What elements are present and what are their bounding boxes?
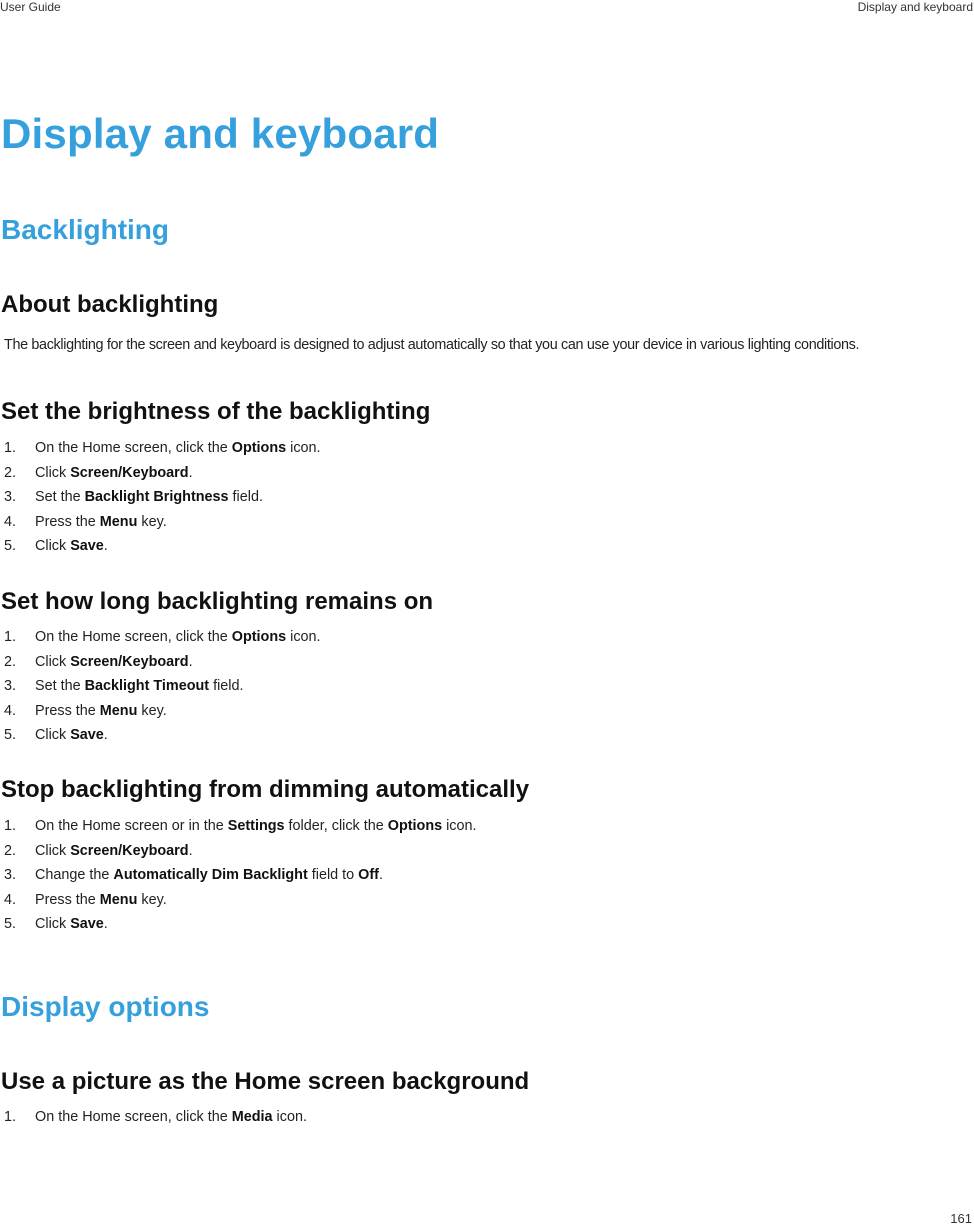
step: 5. Click Save. — [4, 727, 108, 743]
running-header: User Guide Display and keyboard — [0, 0, 974, 16]
section-heading-backlighting: Backlighting — [1, 214, 170, 245]
header-chapter-title: Display and keyboard — [857, 0, 973, 14]
step: 2. Click Screen/Keyboard. — [4, 653, 193, 670]
about-backlighting-text: The backlighting for the screen and keyb… — [4, 337, 860, 353]
topic-heading-dimming: Stop backlighting from dimming automatic… — [1, 776, 530, 803]
steps-dimming: 1. On the Home screen or in the Settings … — [0, 814, 477, 937]
steps-picture-background: 1. On the Home screen, click the Media ic… — [0, 1105, 307, 1130]
steps-brightness: 1. On the Home screen, click the Options … — [0, 436, 321, 559]
step: 1. On the Home screen, click the Options … — [4, 440, 321, 456]
step: 2. Click Screen/Keyboard. — [4, 842, 193, 859]
page-number: 161 — [950, 1211, 972, 1226]
step: 5. Click Save. — [4, 916, 108, 932]
topic-heading-about-backlighting: About backlighting — [1, 291, 219, 318]
topic-heading-timeout: Set how long backlighting remains on — [1, 588, 434, 615]
step: 3. Change the Automatically Dim Backlight… — [4, 867, 383, 883]
step: 2. Click Screen/Keyboard. — [4, 464, 193, 481]
step: 1. On the Home screen, click the Media ic… — [4, 1109, 307, 1125]
chapter-title: Display and keyboard — [1, 110, 440, 157]
step: 4. Press the Menu key. — [4, 891, 167, 908]
step: 4. Press the Menu key. — [4, 702, 167, 719]
topic-heading-picture-background: Use a picture as the Home screen backgro… — [1, 1068, 530, 1095]
step: 5. Click Save. — [4, 538, 108, 554]
header-document-title: User Guide — [0, 0, 61, 14]
step: 1. On the Home screen, click the Options … — [4, 629, 321, 645]
steps-timeout: 1. On the Home screen, click the Options … — [0, 625, 321, 748]
section-heading-display-options: Display options — [1, 991, 210, 1022]
step: 4. Press the Menu key. — [4, 513, 167, 530]
step: 3. Set the Backlight Brightness field. — [4, 489, 263, 505]
topic-heading-brightness: Set the brightness of the backlighting — [1, 398, 431, 425]
step: 1. On the Home screen or in the Settings … — [4, 818, 477, 834]
step: 3. Set the Backlight Timeout field. — [4, 678, 244, 694]
